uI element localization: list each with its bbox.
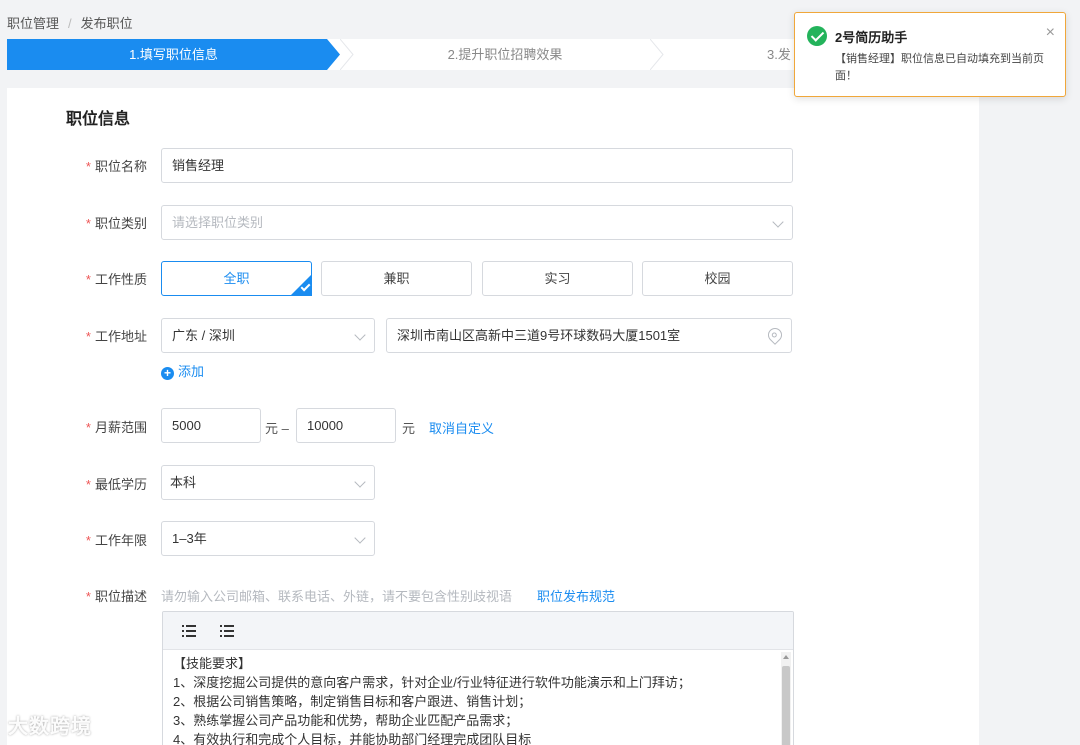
salary-label: * 月薪范围: [85, 420, 147, 435]
breadcrumb-separator: /: [68, 16, 72, 31]
chevron-down-icon: [354, 532, 366, 544]
salary-min-unit: 元 –: [265, 421, 289, 436]
ordered-list-icon[interactable]: [182, 625, 196, 637]
plus-icon: +: [161, 367, 174, 380]
job-nature-option-parttime[interactable]: 兼职: [321, 261, 472, 296]
description-label: * 职位描述: [85, 589, 147, 604]
autofill-notification: 2号简历助手 × 【销售经理】职位信息已自动填充到当前页面！: [794, 12, 1066, 97]
required-mark: *: [85, 420, 91, 435]
location-pin-icon[interactable]: [765, 325, 785, 345]
required-mark: *: [85, 159, 91, 174]
chevron-down-icon: [354, 476, 366, 488]
required-mark: *: [85, 589, 91, 604]
editor-content[interactable]: 【技能要求】 1、深度挖掘公司提供的意向客户需求，针对企业/行业特征进行软件功能…: [163, 650, 793, 745]
job-category-select[interactable]: 请选择职位类别: [161, 205, 793, 240]
job-nature-option-intern[interactable]: 实习: [482, 261, 633, 296]
region-select[interactable]: 广东 / 深圳: [161, 318, 375, 353]
add-address-link[interactable]: + 添加: [161, 361, 204, 380]
work-location-label: * 工作地址: [85, 329, 147, 344]
experience-select[interactable]: 1–3年: [161, 521, 375, 556]
cancel-custom-link[interactable]: 取消自定义: [429, 418, 494, 437]
description-hint: 请勿输入公司邮箱、联系电话、外链，请不要包含性别歧视语: [161, 589, 513, 604]
scrollbar-thumb[interactable]: [782, 666, 790, 745]
job-nature-option-campus[interactable]: 校园: [642, 261, 793, 296]
chevron-down-icon: [354, 329, 366, 341]
bullet-list-icon[interactable]: [220, 625, 234, 637]
salary-max-unit: 元: [402, 421, 416, 436]
section-title: 职位信息: [66, 111, 131, 128]
education-label: * 最低学历: [85, 477, 147, 492]
job-category-label: * 职位类别: [85, 216, 147, 231]
salary-dash: –: [281, 421, 289, 436]
job-post-page: 职位管理 / 发布职位 1.填写职位信息 2.提升职位招聘效果 3.发 职位信息 *…: [0, 0, 1080, 745]
close-icon[interactable]: ×: [1046, 24, 1055, 42]
required-mark: *: [85, 477, 91, 492]
editor-line: 【技能要求】: [173, 656, 252, 671]
salary-max-input[interactable]: 10000: [296, 408, 396, 443]
step-2[interactable]: 2.提升职位招聘效果: [350, 39, 660, 70]
posting-rules-link[interactable]: 职位发布规范: [537, 586, 615, 605]
address-input[interactable]: 深圳市南山区高新中三道9号环球数码大厦1501室: [386, 318, 792, 353]
editor-line: 4、有效执行和完成个人目标，并能协助部门经理完成团队目标: [173, 732, 532, 745]
chevron-down-icon: [772, 216, 784, 228]
breadcrumb-parent[interactable]: 职位管理: [7, 16, 59, 31]
breadcrumb-current: 发布职位: [80, 16, 133, 31]
step-1[interactable]: 1.填写职位信息: [7, 39, 340, 70]
job-nature-option-fulltime[interactable]: 全职: [161, 261, 312, 296]
breadcrumb: 职位管理 / 发布职位: [7, 13, 133, 32]
editor-line: 3、熟练掌握公司产品功能和优势，帮助企业匹配产品需求；: [173, 713, 519, 728]
watermark-logo: 大数跨境: [8, 716, 92, 738]
job-name-input[interactable]: 销售经理: [161, 148, 793, 183]
job-name-label: * 职位名称: [85, 159, 147, 174]
required-mark: *: [85, 272, 91, 287]
step-divider: [650, 39, 664, 70]
notification-title: 2号简历助手: [835, 30, 908, 45]
editor-scrollbar[interactable]: [781, 652, 791, 745]
editor-line: 2、根据公司销售策略，制定销售目标和客户跟进、销售计划；: [173, 694, 532, 709]
job-nature-label: * 工作性质: [85, 272, 147, 287]
editor-line: 1、深度挖掘公司提供的意向客户需求，针对企业/行业特征进行软件功能演示和上门拜访…: [173, 675, 691, 690]
notification-message: 【销售经理】职位信息已自动填充到当前页面！: [835, 53, 1044, 82]
required-mark: *: [85, 216, 91, 231]
education-select[interactable]: 本科: [161, 465, 375, 500]
description-editor[interactable]: 【技能要求】 1、深度挖掘公司提供的意向客户需求，针对企业/行业特征进行软件功能…: [162, 611, 794, 745]
editor-toolbar: [163, 612, 793, 650]
scroll-up-icon[interactable]: [783, 655, 789, 659]
required-mark: *: [85, 329, 91, 344]
success-check-icon: [807, 26, 827, 46]
salary-min-input[interactable]: 5000: [161, 408, 261, 443]
job-info-panel: 职位信息 * 职位名称 销售经理 * 职位类别 请选择职位类别 * 工作性质 全职 兼…: [7, 88, 979, 745]
required-mark: *: [85, 533, 91, 548]
experience-label: * 工作年限: [85, 533, 147, 548]
